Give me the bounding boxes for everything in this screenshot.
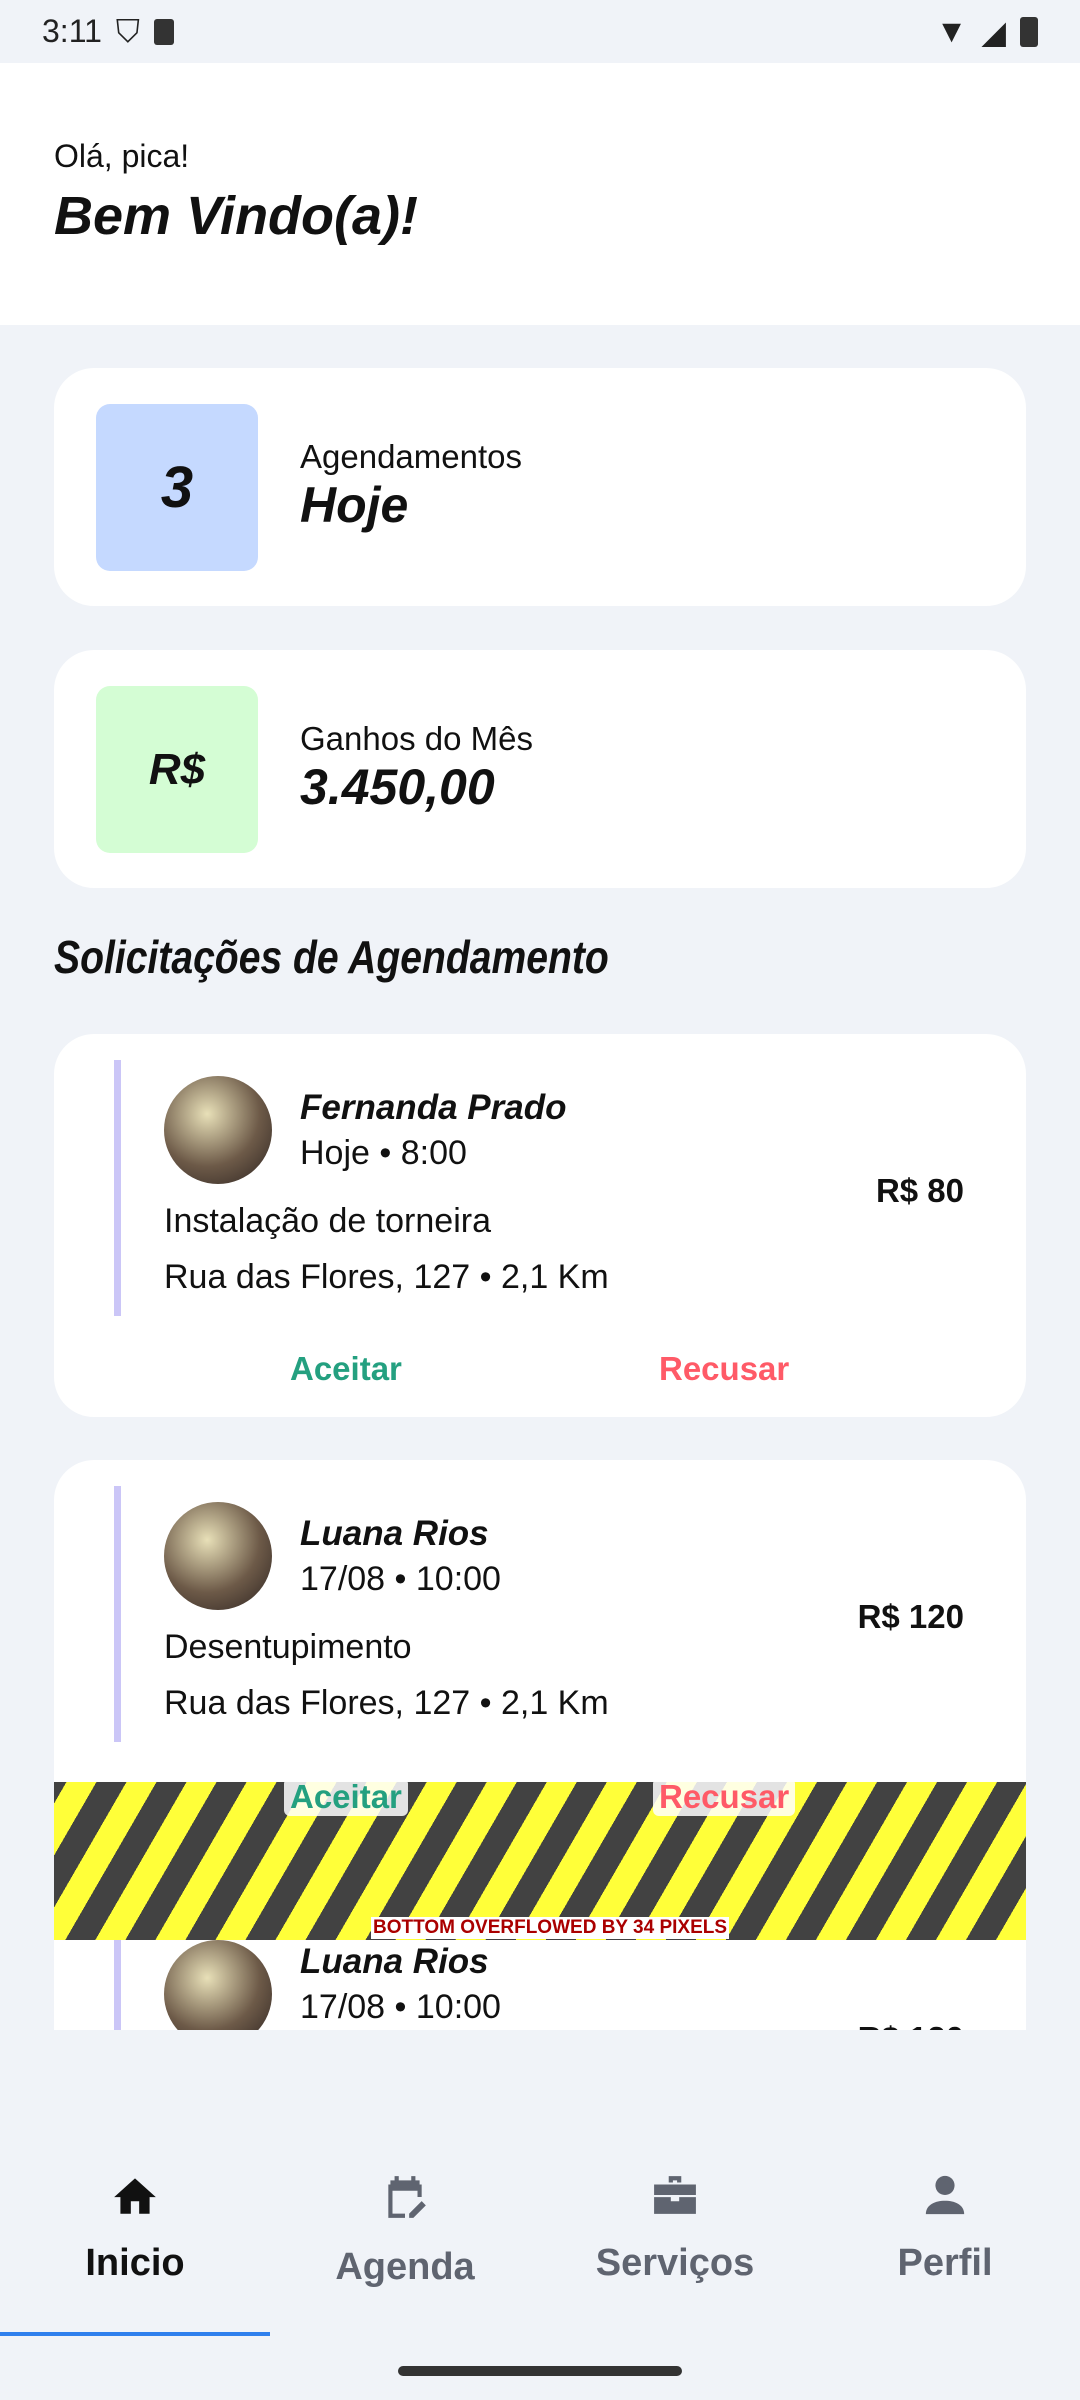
wifi-icon: ▼	[935, 13, 968, 49]
reject-button[interactable]: Recusar	[653, 1778, 796, 1816]
overflow-warning: BOTTOM OVERFLOWED BY 34 PIXELS	[371, 1917, 730, 1939]
avatar	[164, 1502, 272, 1610]
home-gesture-bar[interactable]	[398, 2366, 682, 2376]
stat-label: Agendamentos	[300, 438, 522, 475]
request-card: Fernanda Prado Hoje • 8:00 Instalação de…	[54, 1034, 1026, 1417]
accept-button[interactable]: Aceitar	[290, 1350, 402, 1388]
stat-label: Ganhos do Mês	[300, 720, 533, 757]
avatar	[164, 1940, 272, 2030]
stat-value: Hoje	[300, 477, 409, 533]
price: R$ 120	[858, 2020, 964, 2030]
active-tab-indicator	[0, 2332, 270, 2336]
home-icon	[114, 2178, 156, 2214]
sd-card-icon	[153, 18, 174, 45]
nav-label: Serviços	[595, 2242, 755, 2284]
greeting: Olá, pica!	[54, 138, 190, 174]
nav-agenda[interactable]: Agenda	[270, 2130, 540, 2340]
request-card: Luana Rios 17/08 • 10:00 Desentupimento …	[54, 1460, 1026, 2030]
accept-button[interactable]: Aceitar	[284, 1778, 408, 1816]
price: R$ 120	[857, 1598, 964, 1635]
avatar	[164, 1076, 272, 1184]
accent-bar	[114, 1486, 121, 1742]
count-badge: 3	[96, 404, 258, 571]
battery-icon	[1020, 16, 1038, 47]
nav-servicos[interactable]: Serviços	[540, 2130, 810, 2340]
appointment-time: 17/08 • 10:00	[300, 1988, 501, 2026]
stat-value: 3.450,00	[300, 759, 495, 815]
stat-card-appointments[interactable]: 3 Agendamentos Hoje	[54, 368, 1026, 606]
accent-bar	[114, 1940, 121, 2030]
accent-bar	[114, 1060, 121, 1316]
briefcase-icon	[654, 2176, 696, 2214]
status-bar: 3:11 ⛉ ▼ ◢	[0, 0, 1080, 63]
bottom-nav: Inicio Agenda Serviços Perfil	[0, 2130, 1080, 2340]
appointment-time: Hoje • 8:00	[300, 1134, 467, 1172]
welcome-title: Bem Vindo(a)!	[54, 186, 418, 246]
nav-label: Inicio	[85, 2242, 185, 2284]
client-name: Luana Rios	[300, 1942, 489, 1981]
service-name: Instalação de torneira	[164, 1202, 491, 1240]
client-name: Fernanda Prado	[300, 1088, 567, 1127]
status-time: 3:11	[42, 13, 102, 49]
service-name: Desentupimento	[164, 1628, 412, 1666]
appointment-time: 17/08 • 10:00	[300, 1560, 501, 1598]
reject-button[interactable]: Recusar	[659, 1350, 789, 1388]
address: Rua das Flores, 127 • 2,1 Km	[164, 1258, 609, 1296]
currency-badge: R$	[96, 686, 258, 853]
person-icon	[925, 2175, 965, 2215]
stat-card-earnings[interactable]: R$ Ganhos do Mês 3.450,00	[54, 650, 1026, 888]
address: Rua das Flores, 127 • 2,1 Km	[164, 1684, 609, 1722]
nav-perfil[interactable]: Perfil	[810, 2130, 1080, 2340]
nav-label: Perfil	[897, 2242, 993, 2284]
section-title: Solicitações de Agendamento	[54, 931, 609, 983]
price: R$ 80	[875, 1172, 964, 1209]
client-name: Luana Rios	[300, 1514, 489, 1553]
nav-inicio[interactable]: Inicio	[0, 2130, 270, 2340]
nav-label: Agenda	[335, 2246, 475, 2288]
shield-icon: ⛉	[115, 12, 140, 49]
signal-icon: ◢	[981, 13, 1006, 50]
calendar-edit-icon	[388, 2176, 426, 2218]
